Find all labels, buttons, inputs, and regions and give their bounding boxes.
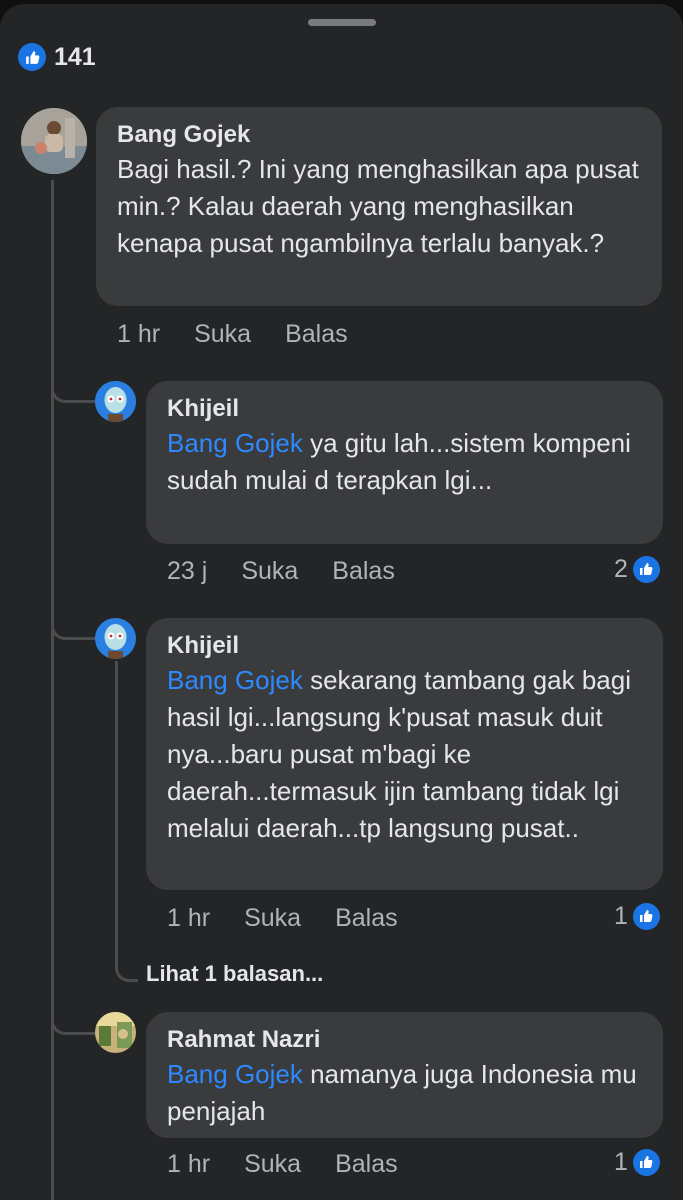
like-button[interactable]: Suka bbox=[241, 557, 298, 586]
avatar[interactable] bbox=[95, 1012, 136, 1053]
avatar[interactable] bbox=[21, 108, 87, 174]
thumbs-up-icon bbox=[632, 902, 660, 930]
comment-text: Bagi hasil.? Ini yang menghasilkan apa p… bbox=[117, 154, 639, 258]
reaction-count[interactable]: 1 bbox=[614, 1145, 660, 1179]
comment-bubble[interactable]: Khijeil Bang Gojek ya gitu lah...sistem … bbox=[146, 381, 663, 544]
comment-author[interactable]: Khijeil bbox=[167, 393, 643, 425]
reply-connector bbox=[51, 594, 96, 640]
comment-time[interactable]: 1 hr bbox=[167, 904, 210, 933]
comment-time[interactable]: 1 hr bbox=[117, 320, 160, 349]
reply-button[interactable]: Balas bbox=[285, 320, 348, 349]
view-more-replies-link[interactable]: Lihat 1 balasan... bbox=[146, 961, 323, 987]
like-button[interactable]: Suka bbox=[244, 1150, 301, 1179]
nested-reply-connector bbox=[115, 944, 138, 982]
nested-thread-line bbox=[115, 661, 118, 961]
comment-time[interactable]: 23 j bbox=[167, 557, 207, 586]
comment-bubble[interactable]: Bang Gojek Bagi hasil.? Ini yang menghas… bbox=[96, 107, 662, 306]
comment-text: Bang Gojek sekarang tambang gak bagi has… bbox=[167, 662, 643, 847]
drag-handle[interactable] bbox=[308, 19, 376, 26]
comment-actions: 1 hr Suka Balas bbox=[117, 317, 382, 351]
reaction-count[interactable]: 1 bbox=[614, 899, 660, 933]
thumbs-up-icon bbox=[632, 555, 660, 583]
like-button[interactable]: Suka bbox=[194, 320, 251, 349]
comments-sheet: 141 Bang Gojek Bagi hasil.? Ini yang men… bbox=[0, 4, 683, 1200]
avatar[interactable] bbox=[95, 618, 136, 659]
comment-author[interactable]: Khijeil bbox=[167, 630, 643, 662]
reaction-number: 1 bbox=[614, 901, 628, 930]
like-button[interactable]: Suka bbox=[244, 904, 301, 933]
comment-bubble[interactable]: Khijeil Bang Gojek sekarang tambang gak … bbox=[146, 618, 663, 890]
mention-link[interactable]: Bang Gojek bbox=[167, 428, 303, 458]
comment-author[interactable]: Rahmat Nazri bbox=[167, 1024, 643, 1056]
comment-bubble[interactable]: Rahmat Nazri Bang Gojek namanya juga Ind… bbox=[146, 1012, 663, 1138]
reaction-count[interactable]: 2 bbox=[614, 552, 660, 586]
reaction-summary[interactable]: 141 bbox=[18, 41, 96, 73]
comment-author[interactable]: Bang Gojek bbox=[117, 119, 642, 151]
comment-actions: 1 hr Suka Balas bbox=[167, 901, 432, 935]
reply-connector bbox=[51, 989, 96, 1035]
thumbs-up-icon bbox=[18, 43, 46, 71]
mention-link[interactable]: Bang Gojek bbox=[167, 665, 303, 695]
reply-button[interactable]: Balas bbox=[335, 1150, 398, 1179]
thumbs-up-icon bbox=[632, 1148, 660, 1176]
comment-actions: 23 j Suka Balas bbox=[167, 554, 429, 588]
reply-connector bbox=[51, 356, 96, 403]
comment-actions: 1 hr Suka Balas bbox=[167, 1147, 432, 1181]
reaction-number: 1 bbox=[614, 1147, 628, 1176]
comment-time[interactable]: 1 hr bbox=[167, 1150, 210, 1179]
like-count: 141 bbox=[54, 42, 96, 71]
comment-text: Bang Gojek namanya juga Indonesia mu pen… bbox=[167, 1056, 643, 1130]
reaction-number: 2 bbox=[614, 554, 628, 583]
avatar[interactable] bbox=[95, 381, 136, 422]
thread-line bbox=[51, 180, 54, 1200]
mention-link[interactable]: Bang Gojek bbox=[167, 1059, 303, 1089]
reply-button[interactable]: Balas bbox=[332, 557, 395, 586]
reply-button[interactable]: Balas bbox=[335, 904, 398, 933]
comment-text: Bang Gojek ya gitu lah...sistem kompeni … bbox=[167, 425, 643, 499]
